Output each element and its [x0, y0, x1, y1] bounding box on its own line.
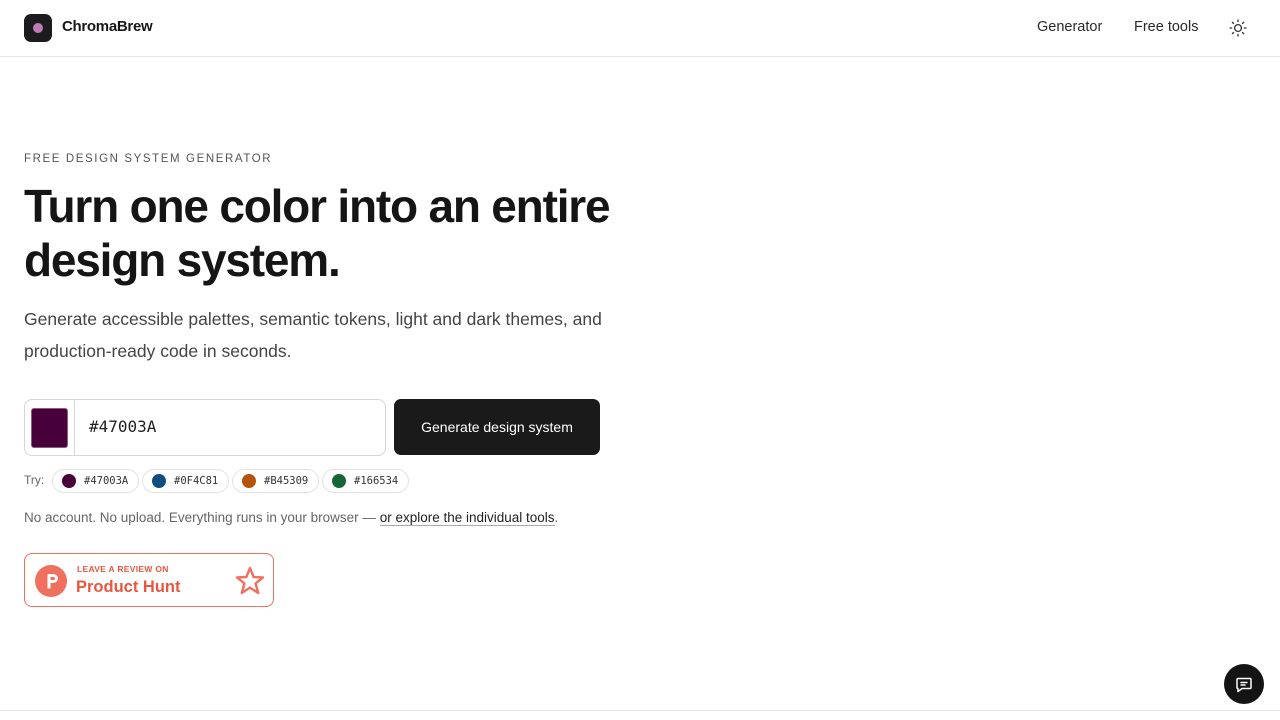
preset-color-dot [242, 474, 256, 488]
chat-bubble-icon [1235, 675, 1253, 693]
product-hunt-badge[interactable]: LEAVE A REVIEW ON Product Hunt [24, 553, 274, 607]
nav-free-tools-link[interactable]: Free tools [1134, 19, 1198, 35]
top-nav-bar: ChromaBrew Generator Free tools [0, 0, 1280, 57]
brand-name[interactable]: ChromaBrew [62, 18, 153, 35]
generate-button[interactable]: Generate design system [394, 399, 600, 455]
privacy-note-text: No account. No upload. Everything runs i… [24, 510, 380, 525]
explore-tools-link[interactable]: or explore the individual tools [379, 510, 555, 526]
product-hunt-caption: LEAVE A REVIEW ON [77, 564, 169, 574]
hex-input[interactable] [89, 417, 369, 436]
preset-color-dot [332, 474, 346, 488]
privacy-note: No account. No upload. Everything runs i… [24, 510, 559, 526]
preset-chip-label: #47003A [84, 475, 129, 487]
logo-dot [33, 23, 43, 33]
sun-icon[interactable] [1227, 17, 1249, 39]
preset-chip-label: #166534 [354, 475, 399, 487]
star-icon [234, 565, 266, 597]
preset-chip[interactable]: #166534 [322, 469, 410, 493]
swatch-container [25, 400, 75, 455]
hero-subtitle: Generate accessible palettes, semantic t… [24, 309, 602, 361]
preset-color-dot [62, 474, 76, 488]
preset-chip[interactable]: #B45309 [232, 469, 320, 493]
hero-headline: Turn one color into an entire design sys… [24, 180, 611, 286]
brand-logo-icon[interactable] [24, 14, 52, 42]
privacy-note-end: . [554, 510, 559, 525]
preset-chip-label: #B45309 [264, 475, 309, 487]
product-hunt-title: Product Hunt [76, 578, 181, 596]
try-label: Try: [24, 473, 45, 487]
section-divider [0, 710, 1280, 711]
preset-chip[interactable]: #47003A [52, 469, 140, 493]
hero-eyebrow: FREE DESIGN SYSTEM GENERATOR [24, 153, 273, 165]
color-input-field [24, 399, 386, 456]
preset-chip-label: #0F4C81 [174, 475, 219, 487]
color-swatch-picker[interactable] [31, 408, 68, 448]
chat-button[interactable] [1224, 664, 1264, 704]
product-hunt-icon [35, 565, 67, 597]
preset-chip[interactable]: #0F4C81 [142, 469, 230, 493]
nav-generator-link[interactable]: Generator [1037, 19, 1102, 35]
preset-color-dot [152, 474, 166, 488]
